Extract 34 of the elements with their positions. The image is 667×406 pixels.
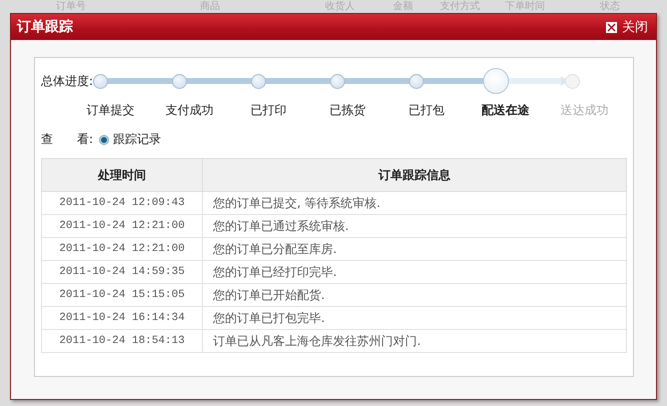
table-cell: 2011-10-24 12:21:00 (42, 214, 202, 238)
close-icon (606, 22, 617, 32)
progress-segment (508, 76, 568, 86)
dialog-title: 订单跟踪 (17, 18, 73, 36)
table-cell: 您的订单已分配至库房. (202, 238, 626, 260)
table-cell: 订单已从凡客上海仓库发往苏州门对门. (202, 330, 626, 352)
radio-option[interactable]: 跟踪记录 (99, 131, 162, 148)
table-cell: 2011-10-24 12:09:43 (42, 192, 202, 214)
progress-segment (344, 76, 410, 86)
progress-segment (107, 76, 174, 86)
table-cell: 2011-10-24 14:59:35 (42, 260, 202, 284)
progress-segment (186, 76, 252, 86)
column-header: 处理时间 (42, 158, 202, 192)
column-header: 订单跟踪信息 (202, 158, 626, 192)
step-label: 配送在途 (482, 102, 530, 119)
table-cell: 您的订单已打包完毕. (202, 306, 626, 330)
progress-segment (265, 76, 332, 86)
table-cell: 2011-10-24 12:21:00 (42, 238, 202, 260)
step-label: 订单提交 (86, 102, 134, 119)
table-cell: 您的订单已提交, 等待系统审核. (202, 192, 626, 214)
step-label: 已打印 (250, 102, 286, 119)
progress-label: 总体进度: (41, 72, 94, 90)
step-label: 已打包 (408, 102, 444, 119)
table-cell: 您的订单已经打印完毕. (202, 260, 626, 284)
table-cell: 2011-10-24 18:54:13 (42, 330, 202, 352)
table-cell: 您的订单已通过系统审核. (202, 214, 626, 238)
table-cell: 2011-10-24 15:15:05 (42, 284, 202, 306)
close-button[interactable]: 关闭 (606, 18, 648, 36)
table-cell: 您的订单已开始配货. (202, 284, 626, 306)
step-label: 已拣货 (330, 102, 366, 119)
table-cell: 2011-10-24 16:14:34 (42, 306, 202, 330)
view-label: 查 看: (41, 131, 94, 148)
step-label: 支付成功 (166, 102, 214, 119)
step-label: 送达成功 (560, 102, 608, 119)
